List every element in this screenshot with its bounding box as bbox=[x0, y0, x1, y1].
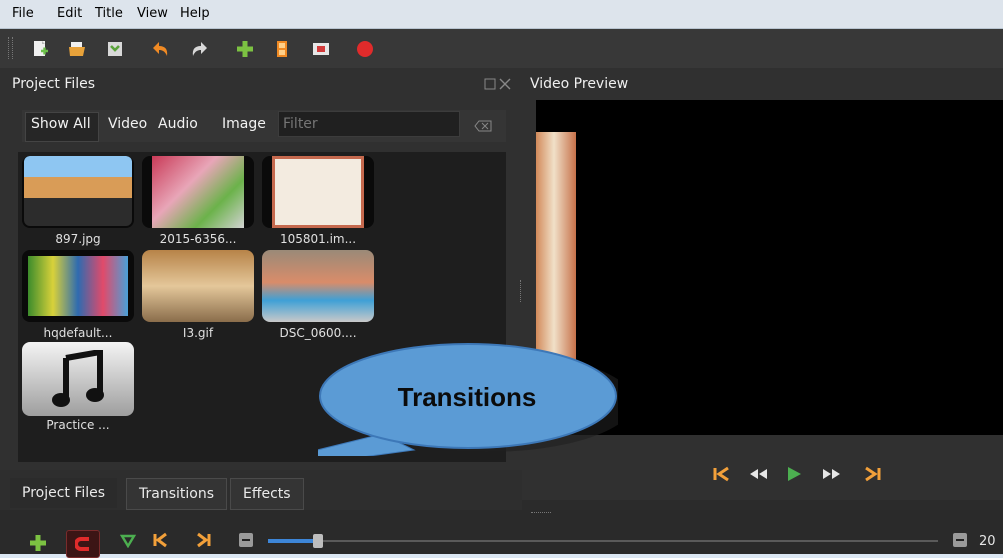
file-label: 2015-6356... bbox=[159, 232, 237, 246]
zoom-slider-handle[interactable] bbox=[313, 534, 323, 548]
add-marker-icon[interactable] bbox=[120, 534, 136, 548]
new-project-icon[interactable] bbox=[30, 39, 50, 59]
file-label: hqdefault... bbox=[43, 326, 113, 340]
zoom-level-text: 20 bbox=[979, 534, 996, 549]
file-thumb-image bbox=[272, 156, 364, 228]
file-thumb-image bbox=[142, 250, 254, 322]
file-thumb-i3[interactable] bbox=[142, 250, 254, 322]
film-icon[interactable] bbox=[272, 39, 292, 59]
menu-title[interactable]: Title bbox=[95, 6, 123, 21]
filter-audio-button[interactable]: Audio bbox=[158, 116, 198, 132]
file-label: I3.gif bbox=[182, 326, 214, 340]
file-label: DSC_0600.... bbox=[279, 326, 357, 340]
file-thumb-2015[interactable] bbox=[142, 156, 254, 228]
panel-title-project-files: Project Files bbox=[12, 76, 96, 92]
play-icon[interactable] bbox=[786, 466, 802, 482]
menu-help[interactable]: Help bbox=[180, 6, 210, 21]
file-thumb-hqdefault[interactable] bbox=[22, 250, 134, 322]
filter-video-button[interactable]: Video bbox=[108, 116, 147, 132]
file-label: 897.jpg bbox=[55, 232, 101, 246]
tab-project-files[interactable]: Project Files bbox=[10, 478, 118, 508]
add-file-icon[interactable] bbox=[235, 39, 255, 59]
file-thumb-practice[interactable] bbox=[22, 342, 134, 416]
save-project-icon[interactable] bbox=[105, 39, 125, 59]
file-thumb-image bbox=[24, 156, 132, 226]
clear-filter-icon[interactable] bbox=[474, 120, 492, 132]
jump-end-icon[interactable] bbox=[862, 466, 882, 482]
undo-icon[interactable] bbox=[150, 39, 170, 59]
add-track-icon[interactable] bbox=[29, 534, 47, 552]
tab-effects[interactable]: Effects bbox=[230, 478, 304, 510]
file-thumb-image bbox=[152, 156, 244, 228]
zoom-in-icon[interactable] bbox=[952, 532, 968, 548]
tab-transitions[interactable]: Transitions bbox=[126, 478, 227, 510]
callout-text: Transitions bbox=[397, 382, 537, 412]
timeline-toolbar: 20 bbox=[0, 510, 1003, 558]
filter-bar: Show All Video Audio Image bbox=[22, 110, 506, 142]
float-close-icons[interactable] bbox=[484, 78, 512, 90]
zoom-slider-track[interactable] bbox=[268, 540, 938, 542]
file-thumb-image bbox=[28, 256, 128, 316]
record-icon[interactable] bbox=[355, 39, 375, 59]
filter-input[interactable] bbox=[278, 111, 460, 137]
zoom-out-icon[interactable] bbox=[238, 532, 254, 548]
panel-title-video-preview: Video Preview bbox=[530, 76, 629, 92]
filter-image-button[interactable]: Image bbox=[222, 116, 266, 132]
rewind-icon[interactable] bbox=[748, 468, 768, 480]
music-note-icon bbox=[52, 350, 104, 407]
zoom-slider-fill bbox=[268, 539, 314, 543]
export-film-icon[interactable] bbox=[311, 39, 331, 59]
file-thumb-image bbox=[262, 250, 374, 322]
fast-forward-icon[interactable] bbox=[822, 468, 842, 480]
menu-edit[interactable]: Edit bbox=[57, 6, 82, 21]
toolbar bbox=[0, 29, 1003, 68]
menu-file[interactable]: File bbox=[12, 6, 34, 21]
menu-bar: File Edit Title View Help bbox=[0, 0, 1003, 29]
open-project-icon[interactable] bbox=[67, 39, 87, 59]
app-window: File Edit Title View Help Project Files … bbox=[0, 0, 1003, 558]
menu-view[interactable]: View bbox=[137, 6, 168, 21]
file-label: 105801.im... bbox=[279, 232, 357, 246]
timeline-splitter[interactable] bbox=[531, 512, 551, 515]
file-thumb-897[interactable] bbox=[22, 156, 134, 228]
jump-start-icon[interactable] bbox=[712, 466, 732, 482]
next-marker-icon[interactable] bbox=[196, 532, 212, 548]
magnet-icon bbox=[75, 537, 89, 551]
redo-icon[interactable] bbox=[190, 39, 210, 59]
file-thumb-105801[interactable] bbox=[262, 156, 374, 228]
toolbar-grip[interactable] bbox=[8, 37, 13, 59]
filter-show-all-button[interactable]: Show All bbox=[31, 116, 91, 132]
panel-splitter[interactable] bbox=[520, 280, 525, 302]
previous-marker-icon[interactable] bbox=[152, 532, 168, 548]
file-thumb-dsc0600[interactable] bbox=[262, 250, 374, 322]
file-label: Practice ... bbox=[46, 418, 110, 432]
